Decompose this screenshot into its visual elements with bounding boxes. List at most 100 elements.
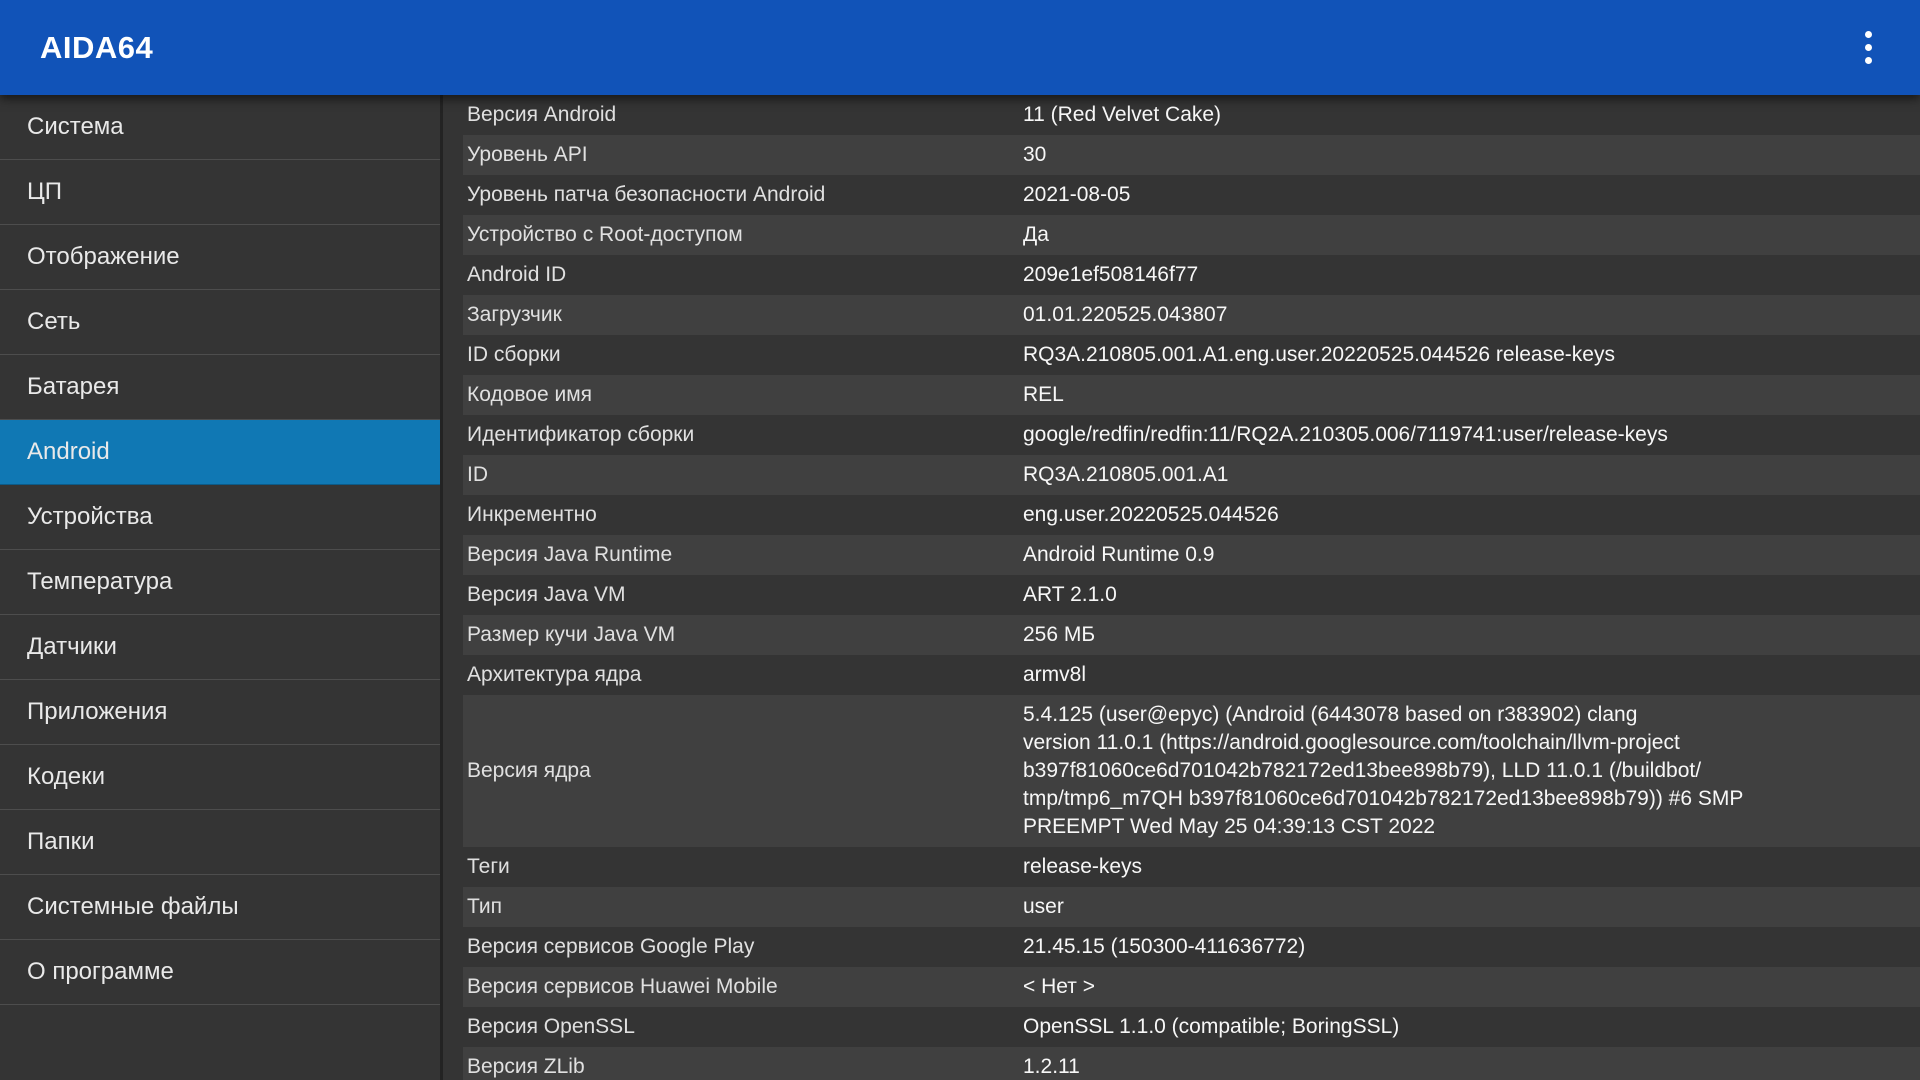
info-label: Версия сервисов Huawei Mobile	[443, 973, 1023, 1001]
sidebar-item-label: ЦП	[27, 178, 62, 206]
info-label: Размер кучи Java VM	[443, 621, 1023, 649]
info-label: Версия сервисов Google Play	[443, 933, 1023, 961]
sidebar: Система ЦП Отображение Сеть Батарея Andr…	[0, 95, 443, 1080]
info-value: < Нет >	[1023, 967, 1920, 1007]
info-label: Загрузчик	[443, 301, 1023, 329]
info-label: Идентификатор сборки	[443, 421, 1023, 449]
info-value: armv8l	[1023, 655, 1920, 695]
info-value: ART 2.1.0	[1023, 575, 1920, 615]
info-value: Да	[1023, 215, 1920, 255]
info-label: ID сборки	[443, 341, 1023, 369]
info-label: Инкрементно	[443, 501, 1023, 529]
info-row: Версия Android 11 (Red Velvet Cake)	[443, 95, 1920, 135]
app-bar: AIDA64	[0, 0, 1920, 95]
info-row: Теги release-keys	[443, 847, 1920, 887]
info-row: ID сборки RQ3A.210805.001.A1.eng.user.20…	[443, 335, 1920, 375]
main-layout: Система ЦП Отображение Сеть Батарея Andr…	[0, 95, 1920, 1080]
info-value: 256 МБ	[1023, 615, 1920, 655]
info-row: Кодовое имя REL	[443, 375, 1920, 415]
sidebar-item-label: Система	[27, 113, 124, 141]
sidebar-item-cpu[interactable]: ЦП	[0, 160, 440, 225]
info-value: Android Runtime 0.9	[1023, 535, 1920, 575]
info-value: eng.user.20220525.044526	[1023, 495, 1920, 535]
sidebar-item-label: О программе	[27, 958, 174, 986]
sidebar-item-display[interactable]: Отображение	[0, 225, 440, 290]
info-value: RQ3A.210805.001.A1	[1023, 455, 1920, 495]
app-title: AIDA64	[40, 30, 153, 66]
info-label: Теги	[443, 853, 1023, 881]
sidebar-item-sensors[interactable]: Датчики	[0, 615, 440, 680]
info-label: Версия OpenSSL	[443, 1013, 1023, 1041]
sidebar-item-label: Датчики	[27, 633, 117, 661]
info-label: Версия Java Runtime	[443, 541, 1023, 569]
info-row: Архитектура ядра armv8l	[443, 655, 1920, 695]
sidebar-item-label: Батарея	[27, 373, 119, 401]
info-row: Уровень патча безопасности Android 2021-…	[443, 175, 1920, 215]
info-value: google/redfin/redfin:11/RQ2A.210305.006/…	[1023, 415, 1920, 455]
sidebar-item-system[interactable]: Система	[0, 95, 440, 160]
sidebar-item-label: Папки	[27, 828, 95, 856]
info-row: Размер кучи Java VM 256 МБ	[443, 615, 1920, 655]
info-row: Версия ядра 5.4.125 (user@epyc) (Android…	[443, 695, 1920, 847]
kebab-menu-icon	[1865, 57, 1872, 64]
info-label: Тип	[443, 893, 1023, 921]
sidebar-item-label: Устройства	[27, 503, 153, 531]
sidebar-item-codecs[interactable]: Кодеки	[0, 745, 440, 810]
info-value: RQ3A.210805.001.A1.eng.user.20220525.044…	[1023, 335, 1920, 375]
info-row: Уровень API 30	[443, 135, 1920, 175]
info-row: Загрузчик 01.01.220525.043807	[443, 295, 1920, 335]
info-label: Архитектура ядра	[443, 661, 1023, 689]
info-row: Версия Java Runtime Android Runtime 0.9	[443, 535, 1920, 575]
info-label: Версия ядра	[443, 757, 1023, 785]
info-label: Версия ZLib	[443, 1053, 1023, 1080]
sidebar-item-android[interactable]: Android	[0, 420, 440, 485]
info-row: Версия OpenSSL OpenSSL 1.1.0 (compatible…	[443, 1007, 1920, 1047]
info-row: Android ID 209e1ef508146f77	[443, 255, 1920, 295]
info-label: Android ID	[443, 261, 1023, 289]
info-label: Устройство с Root-доступом	[443, 221, 1023, 249]
info-value: OpenSSL 1.1.0 (compatible; BoringSSL)	[1023, 1007, 1920, 1047]
sidebar-item-devices[interactable]: Устройства	[0, 485, 440, 550]
sidebar-item-label: Сеть	[27, 308, 80, 336]
info-label: Кодовое имя	[443, 381, 1023, 409]
sidebar-item-about[interactable]: О программе	[0, 940, 440, 1005]
sidebar-item-label: Температура	[27, 568, 172, 596]
info-label: Версия Android	[443, 101, 1023, 129]
overflow-menu-button[interactable]	[1842, 16, 1894, 80]
info-value: user	[1023, 887, 1920, 927]
info-value: 21.45.15 (150300-411636772)	[1023, 927, 1920, 967]
info-label: Уровень API	[443, 141, 1023, 169]
info-value: 209e1ef508146f77	[1023, 255, 1920, 295]
sidebar-item-apps[interactable]: Приложения	[0, 680, 440, 745]
info-value: 1.2.11	[1023, 1047, 1920, 1080]
info-row: Версия сервисов Huawei Mobile < Нет >	[443, 967, 1920, 1007]
info-row: Идентификатор сборки google/redfin/redfi…	[443, 415, 1920, 455]
info-row: ID RQ3A.210805.001.A1	[443, 455, 1920, 495]
sidebar-item-label: Кодеки	[27, 763, 105, 791]
sidebar-item-label: Приложения	[27, 698, 167, 726]
info-row: Устройство с Root-доступом Да	[443, 215, 1920, 255]
info-row: Версия Java VM ART 2.1.0	[443, 575, 1920, 615]
sidebar-item-battery[interactable]: Батарея	[0, 355, 440, 420]
info-row: Инкрементно eng.user.20220525.044526	[443, 495, 1920, 535]
sidebar-item-label: Системные файлы	[27, 893, 239, 921]
info-label: Версия Java VM	[443, 581, 1023, 609]
info-list[interactable]: Версия Android 11 (Red Velvet Cake) Уров…	[443, 95, 1920, 1080]
info-row: Тип user	[443, 887, 1920, 927]
info-row: Версия сервисов Google Play 21.45.15 (15…	[443, 927, 1920, 967]
info-value: REL	[1023, 375, 1920, 415]
sidebar-item-network[interactable]: Сеть	[0, 290, 440, 355]
info-label: ID	[443, 461, 1023, 489]
info-value: 30	[1023, 135, 1920, 175]
info-row: Версия ZLib 1.2.11	[443, 1047, 1920, 1080]
info-value: 5.4.125 (user@epyc) (Android (6443078 ba…	[1023, 695, 1920, 847]
info-value: 11 (Red Velvet Cake)	[1023, 95, 1920, 135]
sidebar-item-folders[interactable]: Папки	[0, 810, 440, 875]
kebab-menu-icon	[1865, 31, 1872, 38]
sidebar-item-label: Отображение	[27, 243, 180, 271]
info-value: 01.01.220525.043807	[1023, 295, 1920, 335]
info-value: 2021-08-05	[1023, 175, 1920, 215]
sidebar-item-system-files[interactable]: Системные файлы	[0, 875, 440, 940]
info-value: release-keys	[1023, 847, 1920, 887]
sidebar-item-temperature[interactable]: Температура	[0, 550, 440, 615]
